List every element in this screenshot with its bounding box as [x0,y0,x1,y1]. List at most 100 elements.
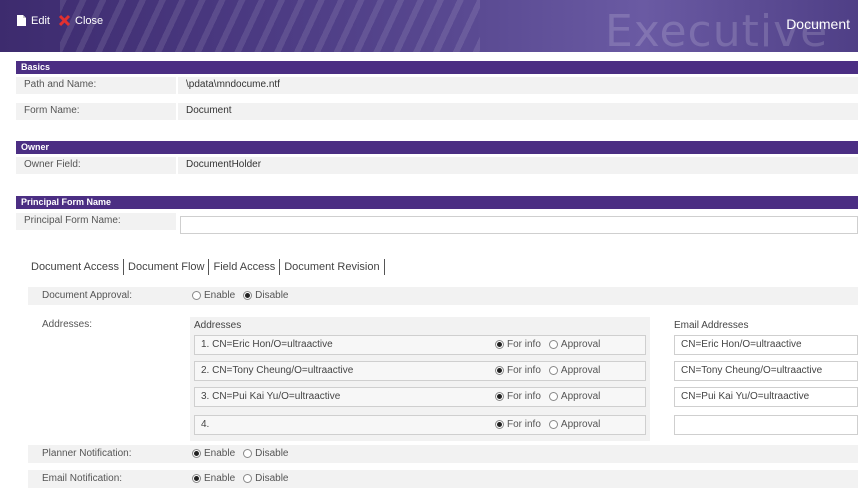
owner-field-value: DocumentHolder [186,159,262,170]
radio-circle [495,420,504,429]
path-row: Path and Name: \pdata\mndocume.ntf [16,77,858,94]
tab-divider [279,259,281,275]
edit-button[interactable]: Edit [14,14,50,27]
radio-label: For info [507,419,541,430]
addresses-label: Addresses: [42,319,93,330]
close-button[interactable]: Close [58,14,103,27]
approval-enable-radio[interactable]: Enable [192,290,235,301]
owner-header: Owner [16,141,858,154]
for-info-radio[interactable]: For info [495,339,541,350]
path-value: \pdata\mndocume.ntf [186,79,280,90]
email-notification-radio-group: Enable Disable [192,473,297,484]
radio-label: Approval [560,419,601,430]
principal-form-input[interactable] [180,216,858,234]
radio-circle [243,291,253,300]
form-name-label: Form Name: [24,105,80,116]
tab-document-flow[interactable]: Document Flow [125,261,207,273]
email-notification-label: Email Notification: [42,473,123,484]
radio-circle [548,392,558,401]
planner-row [28,445,858,463]
edit-label: Edit [31,14,50,27]
tab-document-revision[interactable]: Document Revision [281,261,382,273]
radio-circle [192,291,201,300]
radio-label: For info [507,391,541,402]
email-value: CN=Eric Hon/O=ultraactive [681,339,802,350]
email-value: CN=Tony Cheung/O=ultraactive [681,365,823,376]
banner-decoration [60,0,480,52]
tab-divider [208,259,210,275]
address-value[interactable]: 3. CN=Pui Kai Yu/O=ultraactive [201,391,340,402]
address-row-2: 2. CN=Tony Cheung/O=ultraactive For info… [194,361,646,381]
approval-radio[interactable]: Approval [548,365,601,376]
approval-radio[interactable]: Approval [548,391,601,402]
tab-divider [383,259,385,275]
close-icon [58,14,71,27]
approval-row [28,287,858,305]
address-row-4: 4. For info Approval [194,415,646,435]
address-value[interactable]: 2. CN=Tony Cheung/O=ultraactive [201,365,353,376]
email-value: CN=Pui Kai Yu/O=ultraactive [681,391,810,402]
principal-row: Principal Form Name: [16,213,176,230]
tab-bar: Document Access Document Flow Field Acce… [28,258,386,276]
edit-icon [14,14,27,27]
radio-label: Enable [204,290,236,301]
email-row-2[interactable]: CN=Tony Cheung/O=ultraactive [674,361,858,381]
planner-enable-radio[interactable]: Enable [192,448,235,459]
approval-radio-group: Enable Disable [192,290,297,301]
addresses-column-header: Addresses [194,320,242,331]
address-value[interactable]: 4. [201,419,209,430]
approval-radio[interactable]: Approval [548,339,601,350]
radio-label: Disable [255,290,289,301]
approval-radio[interactable]: Approval [548,419,601,430]
address-row-3: 3. CN=Pui Kai Yu/O=ultraactive For info … [194,387,646,407]
radio-label: Approval [560,365,601,376]
address-mode-group: For info Approval [495,365,608,376]
radio-circle [548,420,558,429]
document-flow-panel: Document Approval: Enable Disable Addres… [28,283,858,493]
email-row-1[interactable]: CN=Eric Hon/O=ultraactive [674,335,858,355]
planner-notification-label: Planner Notification: [42,448,132,459]
email-column-header: Email Addresses [674,320,749,331]
radio-circle [548,366,558,375]
planner-disable-radio[interactable]: Disable [243,448,289,459]
planner-radio-group: Enable Disable [192,448,297,459]
radio-label: Disable [255,473,289,484]
email-row-4[interactable] [674,415,858,435]
basics-header: Basics [16,61,858,74]
close-label: Close [75,14,104,27]
for-info-radio[interactable]: For info [495,391,541,402]
radio-label: For info [507,339,541,350]
tab-divider [123,259,125,275]
radio-circle [243,449,253,458]
for-info-radio[interactable]: For info [495,365,541,376]
form-name-value: Document [186,105,232,116]
radio-circle [192,474,201,483]
address-value[interactable]: 1. CN=Eric Hon/O=ultraactive [201,339,333,350]
form-name-row: Form Name: Document [16,103,858,120]
radio-label: Approval [560,339,601,350]
address-mode-group: For info Approval [495,339,608,350]
address-row-1: 1. CN=Eric Hon/O=ultraactive For info Ap… [194,335,646,355]
radio-label: Enable [204,473,236,484]
principal-label: Principal Form Name: [24,215,121,226]
radio-label: Approval [560,391,601,402]
radio-label: Enable [204,448,236,459]
path-label: Path and Name: [24,79,97,90]
email-enable-radio[interactable]: Enable [192,473,235,484]
radio-circle [495,392,504,401]
address-mode-group: For info Approval [495,419,608,430]
approval-disable-radio[interactable]: Disable [243,290,289,301]
for-info-radio[interactable]: For info [495,419,541,430]
address-mode-group: For info Approval [495,391,608,402]
tab-field-access[interactable]: Field Access [210,261,278,273]
radio-label: Disable [255,448,289,459]
toolbar-banner: Executive Edit Close Document [0,0,858,52]
radio-circle [243,474,253,483]
tab-document-access[interactable]: Document Access [28,261,122,273]
email-row-3[interactable]: CN=Pui Kai Yu/O=ultraactive [674,387,858,407]
radio-circle [192,449,201,458]
document-approval-label: Document Approval: [42,290,133,301]
radio-circle [495,366,504,375]
principal-header: Principal Form Name [16,196,858,209]
email-disable-radio[interactable]: Disable [243,473,289,484]
